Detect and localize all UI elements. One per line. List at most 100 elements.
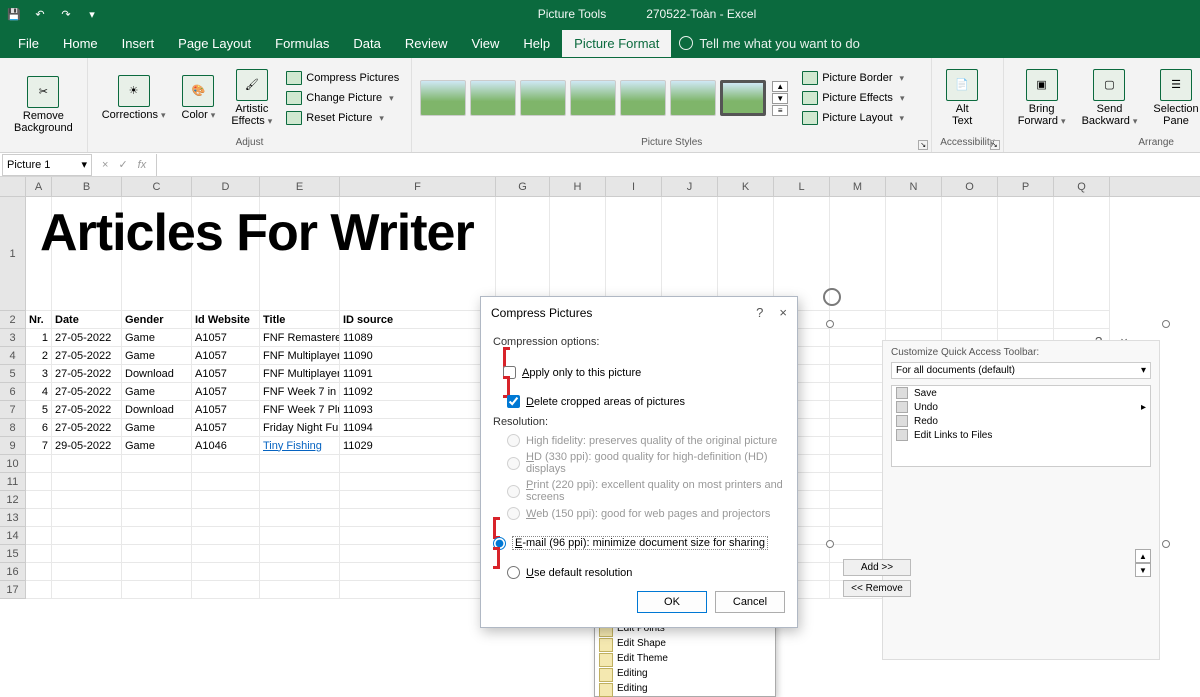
cell[interactable] [122, 473, 192, 491]
cell[interactable] [26, 473, 52, 491]
cell[interactable]: A1057 [192, 365, 260, 383]
picture-border-button[interactable]: Picture Border [798, 69, 908, 87]
row-header[interactable]: 15 [0, 545, 26, 563]
cell[interactable] [942, 311, 998, 329]
cell[interactable]: 11092 [340, 383, 496, 401]
tab-picture-format[interactable]: Picture Format [562, 30, 671, 57]
cell[interactable] [340, 509, 496, 527]
cell[interactable] [122, 509, 192, 527]
cell[interactable]: Game [122, 437, 192, 455]
row-header[interactable]: 4 [0, 347, 26, 365]
cell[interactable] [52, 455, 122, 473]
column-header[interactable]: F [340, 177, 496, 196]
res-email-radio[interactable] [493, 537, 506, 550]
ok-button[interactable]: OK [637, 591, 707, 613]
tab-home[interactable]: Home [51, 30, 110, 57]
bring-forward-button[interactable]: ▣ Bring Forward [1012, 66, 1072, 130]
column-header[interactable]: N [886, 177, 942, 196]
cell[interactable] [830, 473, 886, 491]
tab-insert[interactable]: Insert [110, 30, 167, 57]
picture-style-7[interactable] [720, 80, 766, 116]
cell[interactable] [1054, 197, 1110, 311]
gallery-more-icon[interactable]: ≡ [772, 105, 788, 116]
cell[interactable]: FNF Multiplayer 3.2 [260, 347, 340, 365]
menu-item[interactable]: Editing [595, 681, 775, 696]
tab-file[interactable]: File [6, 30, 51, 57]
cancel-button[interactable]: Cancel [715, 591, 785, 613]
cell[interactable]: 29-05-2022 [52, 437, 122, 455]
cell[interactable]: 2 [26, 347, 52, 365]
cell[interactable] [830, 455, 886, 473]
cell[interactable] [260, 509, 340, 527]
row-header[interactable]: 5 [0, 365, 26, 383]
column-header[interactable]: A [26, 177, 52, 196]
formula-bar[interactable] [156, 154, 1200, 176]
picture-layout-button[interactable]: Picture Layout [798, 109, 908, 127]
move-up-icon[interactable]: ▲ [1135, 549, 1151, 563]
column-header[interactable]: J [662, 177, 718, 196]
row-header[interactable]: 9 [0, 437, 26, 455]
cell[interactable]: A1057 [192, 383, 260, 401]
cell[interactable] [192, 455, 260, 473]
cell[interactable]: FNF Remastered [260, 329, 340, 347]
apply-only-checkbox[interactable] [503, 366, 516, 379]
color-button[interactable]: 🎨 Color [176, 72, 222, 124]
cell[interactable]: A1057 [192, 419, 260, 437]
cell[interactable]: FNF Week 7 in Psych Engine [260, 383, 340, 401]
cell[interactable]: A1057 [192, 347, 260, 365]
menu-item[interactable]: Editing [595, 666, 775, 681]
selection-pane-button[interactable]: ☰ Selection Pane [1147, 66, 1200, 130]
cell[interactable] [830, 329, 886, 347]
reset-picture-button[interactable]: Reset Picture [282, 109, 403, 127]
cell[interactable] [830, 347, 886, 365]
column-header[interactable]: I [606, 177, 662, 196]
cell[interactable] [830, 401, 886, 419]
customize-command-list[interactable]: Save Undo▸ Redo Edit Links to Files [891, 385, 1151, 467]
cell[interactable] [260, 545, 340, 563]
cell[interactable] [774, 197, 830, 311]
cell[interactable] [192, 563, 260, 581]
cell[interactable] [52, 509, 122, 527]
cell[interactable] [260, 581, 340, 599]
cell[interactable] [260, 473, 340, 491]
cell[interactable] [718, 197, 774, 311]
cell[interactable]: 27-05-2022 [52, 419, 122, 437]
cell[interactable]: A1057 [192, 329, 260, 347]
picture-effects-button[interactable]: Picture Effects [798, 89, 908, 107]
selection-handle[interactable] [826, 540, 834, 548]
cell[interactable] [340, 473, 496, 491]
gallery-up-icon[interactable]: ▲ [772, 81, 788, 92]
cell[interactable]: 11089 [340, 329, 496, 347]
undo-icon[interactable]: ↶ [32, 6, 48, 22]
row-header[interactable]: 6 [0, 383, 26, 401]
menu-item[interactable]: Edit Theme [595, 651, 775, 666]
cell[interactable]: Friday Night Funkin' 3D [260, 419, 340, 437]
tab-formulas[interactable]: Formulas [263, 30, 341, 57]
row-header[interactable]: 3 [0, 329, 26, 347]
cell[interactable]: Game [122, 329, 192, 347]
tab-review[interactable]: Review [393, 30, 460, 57]
row-header[interactable]: 7 [0, 401, 26, 419]
cell[interactable] [122, 455, 192, 473]
row-header[interactable]: 13 [0, 509, 26, 527]
cell[interactable] [52, 491, 122, 509]
tab-page-layout[interactable]: Page Layout [166, 30, 263, 57]
cell[interactable] [662, 197, 718, 311]
cell[interactable] [340, 581, 496, 599]
cell[interactable] [340, 491, 496, 509]
cell[interactable] [886, 197, 942, 311]
cell[interactable]: Game [122, 383, 192, 401]
customize-scope-dropdown[interactable]: For all documents (default) ▾ [891, 362, 1151, 379]
cell[interactable]: Title [260, 311, 340, 329]
selection-handle[interactable] [1162, 540, 1170, 548]
move-down-icon[interactable]: ▼ [1135, 563, 1151, 577]
cell[interactable] [830, 365, 886, 383]
row-header[interactable]: 17 [0, 581, 26, 599]
picture-styles-dialog-launcher[interactable]: ↘ [918, 140, 928, 150]
corrections-button[interactable]: ☀ Corrections [96, 72, 172, 124]
cell[interactable]: Tiny Fishing [260, 437, 340, 455]
column-header[interactable]: Q [1054, 177, 1110, 196]
cell[interactable]: Game [122, 419, 192, 437]
cell[interactable] [192, 491, 260, 509]
row-header[interactable]: 14 [0, 527, 26, 545]
